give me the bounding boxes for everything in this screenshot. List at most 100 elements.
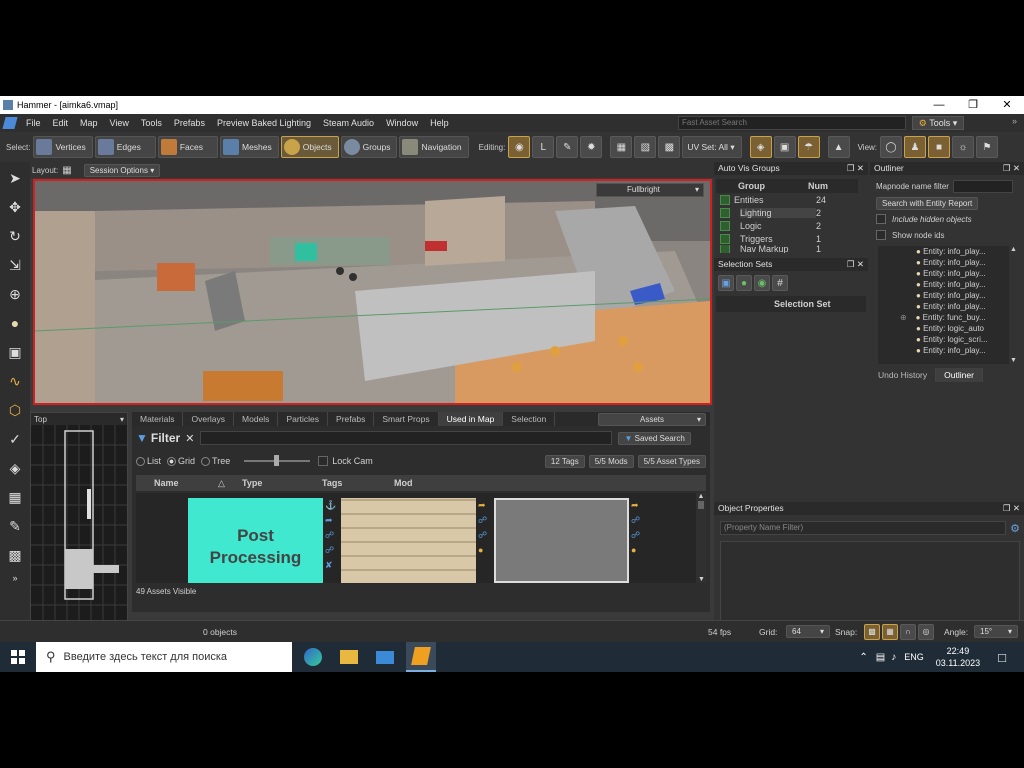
network-icon[interactable]: ▤	[876, 652, 885, 663]
umbrella-icon[interactable]: ☂	[797, 136, 820, 158]
scroll-up-icon[interactable]: ▲	[1009, 246, 1018, 253]
lightbulb-icon[interactable]: ☼	[952, 136, 975, 158]
panel-controls[interactable]: ❐ ✕	[1003, 162, 1024, 175]
top-view-minimap[interactable]: Top ▾	[30, 412, 128, 622]
tools-dropdown[interactable]: ⚙ Tools ▾	[912, 116, 964, 130]
move-icon[interactable]: ✥	[2, 194, 28, 220]
vertex-tool-icon[interactable]: ◈	[2, 455, 28, 481]
tab-selection[interactable]: Selection	[503, 412, 556, 426]
minimize-button[interactable]: —	[922, 96, 956, 114]
selection-set-merge-icon[interactable]: ◉	[754, 275, 770, 291]
scroll-down-icon[interactable]: ▼	[698, 576, 705, 583]
checker-tool-icon[interactable]: ▦	[2, 484, 28, 510]
select-edges-button[interactable]: Edges	[94, 136, 156, 158]
clear-filter-icon[interactable]: ✕	[185, 432, 194, 445]
select-meshes-button[interactable]: Meshes	[219, 136, 279, 158]
target-icon[interactable]: ✹	[580, 136, 603, 158]
outliner-item[interactable]: ● Entity: logic_scri...	[878, 334, 1018, 345]
menu-window[interactable]: Window	[380, 114, 424, 132]
select-arrow-icon[interactable]: ➤	[2, 165, 28, 191]
include-hidden-checkbox[interactable]	[876, 214, 886, 224]
volume-icon[interactable]: ♪	[891, 652, 896, 663]
grid-size-dropdown[interactable]: 64 ▾	[786, 625, 830, 638]
mapnode-filter-input[interactable]	[952, 179, 1013, 193]
hammer-taskbar-icon[interactable]	[406, 642, 436, 672]
search-entity-report-button[interactable]: Search with Entity Report	[876, 197, 979, 210]
asset-types-button[interactable]: 5/5 Asset Types	[637, 454, 706, 468]
cube-icon[interactable]: ▣	[773, 136, 796, 158]
select-vertices-button[interactable]: Vertices	[33, 136, 93, 158]
assets-type-dropdown[interactable]: Assets ▾	[598, 412, 706, 426]
chevron-up-icon[interactable]: ⌃	[859, 652, 867, 663]
panel-controls[interactable]: ❐ ✕	[847, 162, 868, 175]
rotate-icon[interactable]: ↻	[2, 223, 28, 249]
menu-view[interactable]: View	[104, 114, 135, 132]
asset-grid-scrollbar[interactable]: ▲ ▼	[696, 493, 706, 583]
chevron-down-icon[interactable]: ▾	[120, 415, 124, 424]
tags-button[interactable]: 12 Tags	[544, 454, 585, 468]
scale-icon[interactable]: ⇲	[2, 252, 28, 278]
texture-align-icon[interactable]: ▩	[658, 136, 681, 158]
outliner-item[interactable]: ● Entity: info_play...	[878, 268, 1018, 279]
outliner-item[interactable]: ● Entity: info_play...	[878, 246, 1018, 257]
panel-controls[interactable]: ❐ ✕	[1003, 502, 1024, 515]
maximize-button[interactable]: ❐	[956, 96, 990, 114]
session-options-dropdown[interactable]: Session Options ▾	[83, 163, 161, 177]
mail-icon[interactable]	[370, 642, 400, 672]
texture-scale-icon[interactable]: ▧	[634, 136, 657, 158]
outliner-item[interactable]: ● Entity: info_play...	[878, 279, 1018, 290]
snap-vertex-icon[interactable]: ▦	[882, 623, 898, 640]
asset-tile-concrete[interactable]	[494, 498, 629, 583]
flag-icon[interactable]: ⚑	[976, 136, 999, 158]
vis-row[interactable]: Nav Markup 1	[720, 245, 868, 253]
scroll-up-icon[interactable]: ▲	[696, 493, 706, 500]
checkbox[interactable]	[720, 207, 730, 218]
select-navigation-button[interactable]: Navigation	[399, 136, 469, 158]
block-tool-icon[interactable]: ▣	[2, 339, 28, 365]
vis-row[interactable]: Lighting 2	[720, 206, 868, 219]
snap-angle-icon[interactable]: ◎	[918, 623, 934, 640]
menu-map[interactable]: Map	[74, 114, 104, 132]
light-entity-icon[interactable]: ●	[2, 310, 28, 336]
angle-dropdown[interactable]: 15° ▾	[974, 625, 1018, 638]
checkbox[interactable]	[720, 220, 730, 231]
thumbnail-size-slider[interactable]	[244, 455, 311, 466]
people-icon[interactable]: ♟	[904, 136, 927, 158]
scroll-down-icon[interactable]: ▼	[1010, 357, 1017, 364]
edge-browser-icon[interactable]	[298, 642, 328, 672]
vis-row[interactable]: Entities 24	[720, 193, 868, 206]
filter-input[interactable]	[200, 431, 613, 445]
path-tool-icon[interactable]: ∿	[2, 368, 28, 394]
list-radio[interactable]	[136, 456, 145, 466]
tab-overlays[interactable]: Overlays	[183, 412, 235, 426]
menu-help[interactable]: Help	[424, 114, 455, 132]
selection-set-green-icon[interactable]: ●	[736, 275, 752, 291]
pivot-tool-icon[interactable]: ⊕	[2, 281, 28, 307]
pivot-icon[interactable]: ◉	[508, 136, 531, 158]
vis-row[interactable]: Triggers 1	[720, 232, 868, 245]
outliner-scrollbar[interactable]: ▲ ▼	[1009, 246, 1018, 364]
grid-radio[interactable]	[167, 456, 177, 466]
menu-file[interactable]: File	[20, 114, 47, 132]
tab-undo-history[interactable]: Undo History	[870, 368, 937, 382]
select-objects-button[interactable]: Objects	[280, 136, 339, 158]
language-indicator[interactable]: ENG	[904, 652, 924, 662]
select-faces-button[interactable]: Faces	[157, 136, 218, 158]
select-groups-button[interactable]: Groups	[340, 136, 398, 158]
brush-tool-icon[interactable]: ✎	[2, 513, 28, 539]
col-name[interactable]: Name	[136, 478, 218, 488]
render-mode-dropdown[interactable]: Fullbright ▾	[596, 183, 704, 197]
3d-viewport[interactable]: Fullbright ▾	[33, 179, 712, 405]
menu-edit[interactable]: Edit	[47, 114, 75, 132]
tab-smart-props[interactable]: Smart Props	[374, 412, 439, 426]
gamepad-icon[interactable]: ▲	[827, 136, 850, 158]
selection-set-add-icon[interactable]: ▣	[718, 275, 734, 291]
knife-icon[interactable]: ✎	[556, 136, 579, 158]
vis-row[interactable]: Logic 2	[720, 219, 868, 232]
close-button[interactable]: ✕	[990, 96, 1024, 114]
clip-tool-icon[interactable]: ✓	[2, 426, 28, 452]
tab-outliner[interactable]: Outliner	[936, 368, 983, 382]
windows-start-icon[interactable]	[0, 642, 36, 672]
local-space-icon[interactable]: L	[532, 136, 555, 158]
asset-tile-post-processing[interactable]: Post Processing	[188, 498, 323, 583]
